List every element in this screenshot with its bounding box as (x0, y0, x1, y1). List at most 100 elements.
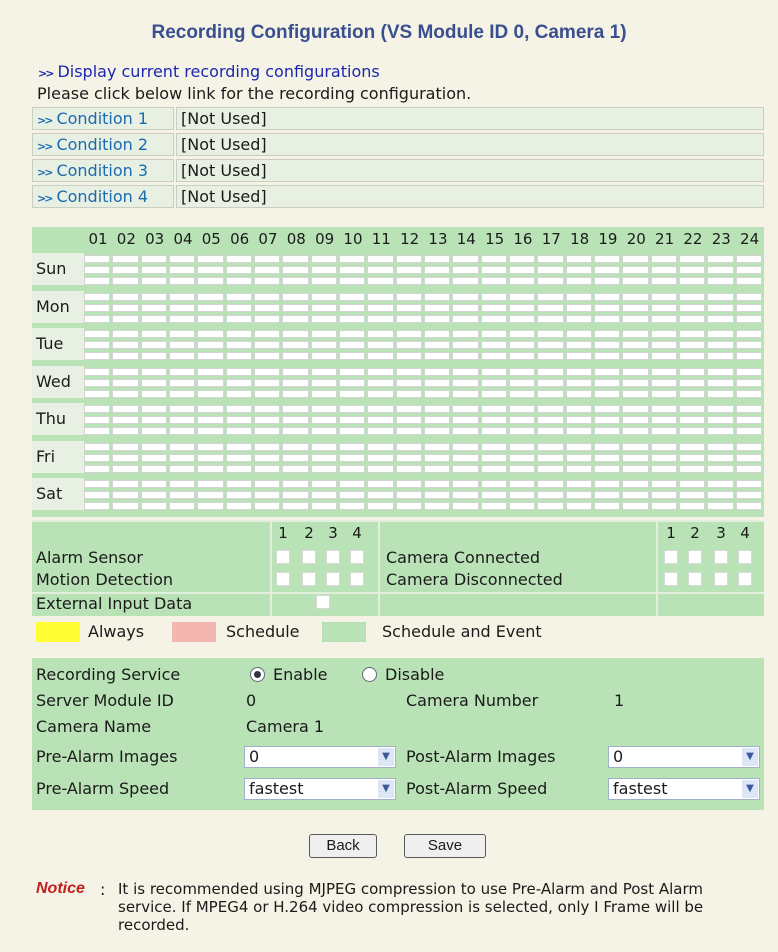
schedule-slot[interactable] (225, 378, 252, 387)
schedule-slot[interactable] (650, 405, 677, 413)
camera-disconnected-3-checkbox[interactable] (714, 572, 728, 586)
enable-option[interactable]: Enable (250, 662, 328, 688)
schedule-slot[interactable] (395, 389, 422, 398)
schedule-slot[interactable] (565, 352, 592, 360)
schedule-slot[interactable] (225, 255, 252, 263)
schedule-slot[interactable] (253, 427, 281, 435)
schedule-slot[interactable] (565, 314, 592, 323)
schedule-slot[interactable] (593, 330, 621, 338)
schedule-slot[interactable] (310, 416, 337, 424)
schedule-slot[interactable] (707, 330, 734, 338)
schedule-slot[interactable] (622, 464, 649, 473)
schedule-slot[interactable] (735, 464, 762, 473)
schedule-slot[interactable] (168, 292, 196, 301)
schedule-slot[interactable] (310, 330, 337, 338)
schedule-slot[interactable] (168, 266, 196, 274)
schedule-slot[interactable] (565, 453, 592, 462)
schedule-slot[interactable] (253, 442, 281, 451)
schedule-slot[interactable] (338, 303, 366, 312)
schedule-slot[interactable] (565, 277, 592, 285)
schedule-slot[interactable] (508, 367, 536, 376)
schedule-slot[interactable] (367, 352, 394, 360)
camera-connected-3-checkbox[interactable] (714, 550, 728, 564)
schedule-slot[interactable] (423, 341, 451, 349)
schedule-slot[interactable] (367, 292, 394, 301)
schedule-slot[interactable] (452, 341, 479, 349)
schedule-slot[interactable] (678, 330, 706, 338)
schedule-slot[interactable] (537, 352, 564, 360)
schedule-slot[interactable] (735, 367, 762, 376)
schedule-slot[interactable] (197, 303, 224, 312)
schedule-slot[interactable] (282, 502, 309, 510)
schedule-slot[interactable] (593, 277, 621, 285)
schedule-slot[interactable] (678, 453, 706, 462)
schedule-slot[interactable] (537, 464, 564, 473)
schedule-slot[interactable] (735, 303, 762, 312)
schedule-slot[interactable] (395, 416, 422, 424)
schedule-slot[interactable] (735, 314, 762, 323)
schedule-slot[interactable] (395, 277, 422, 285)
schedule-slot[interactable] (367, 416, 394, 424)
schedule-slot[interactable] (537, 330, 564, 338)
schedule-slot[interactable] (565, 405, 592, 413)
schedule-slot[interactable] (140, 427, 167, 435)
schedule-slot[interactable] (84, 502, 111, 510)
schedule-slot[interactable] (395, 502, 422, 510)
schedule-slot[interactable] (565, 389, 592, 398)
schedule-slot[interactable] (593, 255, 621, 263)
schedule-slot[interactable] (168, 330, 196, 338)
pre-alarm-speed-select[interactable]: fastest ▼ (244, 778, 396, 800)
schedule-slot[interactable] (452, 405, 479, 413)
schedule-slot[interactable] (650, 416, 677, 424)
schedule-slot[interactable] (282, 314, 309, 323)
schedule-slot[interactable] (678, 367, 706, 376)
schedule-slot[interactable] (707, 453, 734, 462)
schedule-slot[interactable] (622, 330, 649, 338)
schedule-slot[interactable] (112, 502, 139, 510)
schedule-slot[interactable] (707, 389, 734, 398)
schedule-slot[interactable] (367, 378, 394, 387)
schedule-slot[interactable] (168, 389, 196, 398)
schedule-slot[interactable] (537, 453, 564, 462)
schedule-slot[interactable] (367, 255, 394, 263)
schedule-slot[interactable] (84, 389, 111, 398)
back-button[interactable]: Back (309, 834, 377, 858)
schedule-slot[interactable] (112, 427, 139, 435)
schedule-slot[interactable] (480, 292, 507, 301)
schedule-slot[interactable] (310, 341, 337, 349)
schedule-slot[interactable] (395, 491, 422, 499)
schedule-slot[interactable] (480, 480, 507, 488)
schedule-slot[interactable] (593, 464, 621, 473)
schedule-slot[interactable] (395, 464, 422, 473)
schedule-slot[interactable] (423, 303, 451, 312)
schedule-slot[interactable] (678, 314, 706, 323)
schedule-slot[interactable] (338, 502, 366, 510)
schedule-slot[interactable] (650, 427, 677, 435)
schedule-slot[interactable] (140, 378, 167, 387)
schedule-slot[interactable] (735, 416, 762, 424)
schedule-slot[interactable] (707, 416, 734, 424)
schedule-slot[interactable] (197, 367, 224, 376)
schedule-slot[interactable] (225, 266, 252, 274)
schedule-slot[interactable] (452, 255, 479, 263)
motion-detection-4-checkbox[interactable] (350, 572, 364, 586)
schedule-slot[interactable] (225, 292, 252, 301)
schedule-slot[interactable] (452, 453, 479, 462)
schedule-slot[interactable] (225, 330, 252, 338)
camera-disconnected-4-checkbox[interactable] (738, 572, 752, 586)
disable-radio[interactable] (362, 667, 377, 682)
schedule-slot[interactable] (225, 416, 252, 424)
schedule-slot[interactable] (650, 341, 677, 349)
schedule-slot[interactable] (452, 378, 479, 387)
schedule-slot[interactable] (140, 389, 167, 398)
schedule-slot[interactable] (650, 352, 677, 360)
schedule-slot[interactable] (707, 314, 734, 323)
schedule-slot[interactable] (367, 277, 394, 285)
schedule-slot[interactable] (650, 367, 677, 376)
schedule-slot[interactable] (225, 389, 252, 398)
schedule-slot[interactable] (197, 255, 224, 263)
schedule-slot[interactable] (480, 453, 507, 462)
schedule-slot[interactable] (423, 453, 451, 462)
schedule-slot[interactable] (565, 502, 592, 510)
schedule-slot[interactable] (310, 491, 337, 499)
